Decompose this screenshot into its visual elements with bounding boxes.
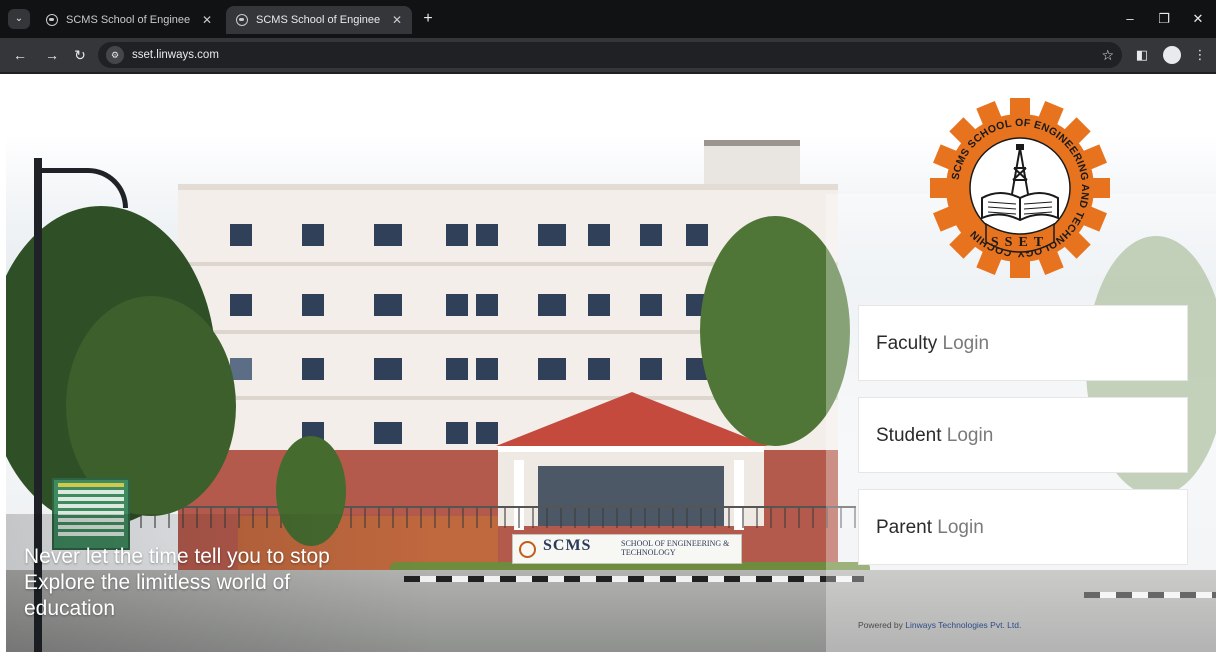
parent-login-button[interactable]: Parent Login xyxy=(858,489,1188,565)
login-page: SCMS SCHOOL OF ENGINEERING & TECHNOLOGY xyxy=(0,74,1216,652)
restore-icon[interactable]: ❐ xyxy=(1154,10,1174,28)
browser-tab-1[interactable]: SCMS School of Engineering & ✕ xyxy=(36,6,222,34)
login-role-label: Student xyxy=(876,425,942,446)
faculty-login-button[interactable]: Faculty Login xyxy=(858,305,1188,381)
login-word-label: Login xyxy=(937,517,984,538)
window xyxy=(588,358,610,380)
window xyxy=(230,358,252,380)
window xyxy=(230,294,252,316)
kebab-menu-icon[interactable]: ⋮ xyxy=(1190,45,1210,65)
tagline-line-2: Explore the limitless world of xyxy=(24,571,291,594)
window xyxy=(476,224,498,246)
window xyxy=(588,294,610,316)
window xyxy=(640,294,662,316)
chevron-down-icon: ⌄ xyxy=(14,13,24,24)
tagline-line-1: Never let the time tell you to stop xyxy=(24,545,330,568)
powered-by-footer: Powered by Linways Technologies Pvt. Ltd… xyxy=(858,620,1021,630)
browser-toolbar: ← → ↻ ⚙ sset.linways.com ☆ ◧ ⋮ xyxy=(0,38,1216,72)
browser-tab-2[interactable]: SCMS School of Engineering & ✕ xyxy=(226,6,412,34)
forward-arrow-icon[interactable]: → xyxy=(42,45,62,65)
star-icon[interactable]: ☆ xyxy=(1101,45,1114,65)
window xyxy=(686,224,708,246)
tagline-line-3: education xyxy=(24,597,116,620)
login-word-label: Login xyxy=(942,333,990,354)
kerb xyxy=(404,576,864,582)
login-role-label: Faculty xyxy=(876,333,938,354)
globe-icon xyxy=(236,14,248,26)
window xyxy=(374,224,402,246)
window xyxy=(374,294,402,316)
window xyxy=(588,224,610,246)
logo-initials: SSET xyxy=(991,235,1049,250)
window xyxy=(446,294,468,316)
window xyxy=(374,358,402,380)
window xyxy=(640,224,662,246)
window xyxy=(538,294,566,316)
browser-chrome: ⌄ SCMS School of Engineering & ✕ SCMS Sc… xyxy=(0,0,1216,74)
window xyxy=(538,358,566,380)
window-close-icon[interactable]: ✕ xyxy=(1188,10,1208,28)
profile-icon[interactable] xyxy=(1163,46,1181,64)
window xyxy=(476,358,498,380)
tab-title: SCMS School of Engineering & xyxy=(66,14,190,26)
tab-title: SCMS School of Engineering & xyxy=(256,14,380,26)
close-icon[interactable]: ✕ xyxy=(392,6,402,34)
minimize-icon[interactable]: – xyxy=(1120,10,1140,28)
building-rooftop xyxy=(704,140,800,186)
window xyxy=(302,294,324,316)
window xyxy=(302,358,324,380)
powered-by-company-link[interactable]: Linways Technologies Pvt. Ltd. xyxy=(905,620,1021,630)
window xyxy=(446,224,468,246)
login-word-label: Login xyxy=(946,425,994,446)
new-tab-button[interactable]: + xyxy=(418,9,438,29)
login-role-label: Parent xyxy=(876,517,932,538)
window xyxy=(476,422,498,444)
window xyxy=(302,224,324,246)
address-bar[interactable]: ⚙ sset.linways.com ☆ xyxy=(98,42,1122,68)
powered-by-prefix: Powered by xyxy=(858,620,903,630)
window xyxy=(538,224,566,246)
close-icon[interactable]: ✕ xyxy=(202,6,212,34)
window xyxy=(446,422,468,444)
board-sub-text: SCHOOL OF ENGINEERING & TECHNOLOGY xyxy=(621,539,730,557)
side-panel-icon[interactable]: ◧ xyxy=(1132,45,1152,65)
globe-icon xyxy=(46,14,58,26)
board-emblem xyxy=(519,541,536,558)
tab-search-button[interactable]: ⌄ xyxy=(8,9,30,29)
window xyxy=(446,358,468,380)
tune-icon[interactable]: ⚙ xyxy=(106,46,124,64)
window xyxy=(640,358,662,380)
campus-name-board: SCMS SCHOOL OF ENGINEERING & TECHNOLOGY xyxy=(512,534,742,564)
window xyxy=(476,294,498,316)
tagline: Never let the time tell you to stop Expl… xyxy=(24,544,434,622)
window xyxy=(374,422,402,444)
url-text[interactable]: sset.linways.com xyxy=(132,42,219,68)
sset-logo: SCMS SCHOOL OF ENGINEERING AND TECHNOLOG… xyxy=(930,98,1110,278)
reload-icon[interactable]: ↻ xyxy=(70,45,90,65)
window xyxy=(230,224,252,246)
tab-strip: ⌄ SCMS School of Engineering & ✕ SCMS Sc… xyxy=(0,0,1216,38)
student-login-button[interactable]: Student Login xyxy=(858,397,1188,473)
back-arrow-icon[interactable]: ← xyxy=(10,45,30,65)
board-main-text: SCMS xyxy=(543,537,592,554)
